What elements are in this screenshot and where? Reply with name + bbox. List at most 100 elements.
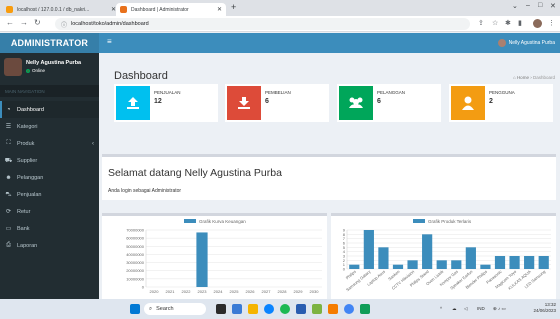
dashboard-favicon-icon bbox=[120, 6, 127, 13]
breadcrumb-home[interactable]: Home bbox=[517, 75, 529, 80]
browser-tab-phpmyadmin[interactable]: localhost / 127.0.0.1 / db_nakri... ✕ bbox=[2, 3, 120, 16]
chart-produk-terlaris: Grafik Produk Terlaris9876543210 PhilipsS… bbox=[343, 219, 551, 292]
x-tick-label: 2030 bbox=[310, 289, 320, 294]
x-tick-label: 2022 bbox=[182, 289, 192, 294]
browser-tab-bar: localhost / 127.0.0.1 / db_nakri... ✕ Da… bbox=[0, 0, 560, 16]
reload-icon[interactable]: ↻ bbox=[34, 18, 41, 27]
sidepanel-icon[interactable]: ▮ bbox=[518, 19, 522, 27]
info-box-pelanggan[interactable]: PELANGGAN 6 bbox=[337, 84, 441, 122]
url-field[interactable]: ⓘ localhost/toko/admin/dashboard bbox=[55, 18, 470, 30]
status-text: Online bbox=[32, 68, 46, 73]
users-icon bbox=[339, 86, 373, 120]
address-bar-row: ← → ↻ ⓘ localhost/toko/admin/dashboard ⇪… bbox=[0, 16, 560, 32]
back-icon[interactable]: ← bbox=[6, 18, 14, 27]
x-tick-label: 2028 bbox=[278, 289, 288, 294]
chart-panel-produk: Grafik Produk Terlaris 9 8 7 6 5 4 3 2 1 0 Philips S… bbox=[331, 213, 556, 299]
user-menu[interactable]: Nelly Agustina Purba bbox=[497, 39, 555, 47]
welcome-subtitle: Anda login sebagai Administrator bbox=[108, 188, 182, 194]
sidebar-item-label: Bank bbox=[17, 225, 30, 232]
sidebar-item-dashboard[interactable]: ◔ Dashboard bbox=[0, 101, 99, 118]
x-tick-label: 2025 bbox=[230, 289, 240, 294]
info-box-value: 12 bbox=[154, 98, 162, 105]
os-taskbar: ⌕ Search ^ ☁ ◁ IND ⊕ ♪ ▭ 13:32 24/06/202… bbox=[0, 299, 560, 319]
extensions-icon[interactable]: ✱ bbox=[505, 19, 511, 27]
y-tick-label: 0 bbox=[142, 285, 145, 290]
menu-icon[interactable]: ⋮ bbox=[548, 19, 555, 27]
brand-logo[interactable]: ADMINISTRATOR bbox=[0, 33, 99, 53]
sidebar-item-retur[interactable]: ⟳ Retur bbox=[0, 203, 99, 220]
sidebar-item-kategori[interactable]: ☰ Kategori bbox=[0, 118, 99, 135]
browser-tab-dashboard[interactable]: Dashboard | Administrator ✕ bbox=[116, 3, 226, 16]
truck-icon: ⛟ bbox=[4, 157, 13, 164]
chart-panel-keuangan: Grafik Kurva Keuangan 70000000 60000000 500… bbox=[102, 213, 327, 299]
info-box-label: PENJUALAN bbox=[154, 90, 181, 95]
info-box-penjualan[interactable]: PENJUALAN 12 bbox=[114, 84, 218, 122]
user-status: Online bbox=[26, 68, 45, 73]
profile-avatar[interactable] bbox=[533, 19, 542, 28]
app-icon[interactable] bbox=[312, 304, 322, 314]
info-box-pengguna[interactable]: PENGGUNA 2 bbox=[449, 84, 553, 122]
page-title: Dashboard bbox=[114, 70, 168, 82]
spotify-icon[interactable] bbox=[280, 304, 290, 314]
cart-icon: ⛍ bbox=[5, 191, 12, 198]
sidebar-item-label: Penjualan bbox=[17, 191, 42, 198]
bar bbox=[349, 264, 360, 269]
close-tab-icon[interactable]: ✕ bbox=[217, 6, 222, 13]
search-icon: ⌕ bbox=[149, 305, 153, 312]
sidebar-item-produk[interactable]: ⛶ Produk ‹ bbox=[0, 135, 99, 152]
taskbar-clock[interactable]: 13:32 24/06/2023 bbox=[533, 302, 556, 314]
dashboard-icon: ◔ bbox=[6, 106, 11, 113]
sidebar-item-penjualan[interactable]: ⛍ Penjualan bbox=[0, 186, 99, 203]
app-icon-2[interactable] bbox=[360, 304, 370, 314]
legend-label: Grafik Kurva Keuangan bbox=[199, 219, 246, 224]
maximize-icon[interactable]: □ bbox=[538, 2, 542, 9]
search-label: Search bbox=[156, 306, 174, 312]
chevron-down-icon[interactable]: ⌄ bbox=[512, 2, 518, 10]
refresh-icon: ⟳ bbox=[5, 209, 12, 215]
bank-icon: ▭ bbox=[5, 226, 12, 232]
x-tick-label: 2027 bbox=[262, 289, 272, 294]
forward-icon[interactable]: → bbox=[20, 18, 28, 27]
print-icon: ⎙ bbox=[6, 242, 11, 248]
legend-swatch bbox=[184, 219, 196, 223]
edge-icon[interactable] bbox=[264, 304, 274, 314]
y-tick-label: 20000000 bbox=[126, 268, 145, 273]
new-tab-icon[interactable]: + bbox=[231, 2, 236, 12]
close-window-icon[interactable]: ✕ bbox=[550, 2, 556, 10]
xampp-icon[interactable] bbox=[328, 304, 338, 314]
tray-cloud-icon[interactable]: ☁ bbox=[452, 306, 457, 312]
tray-status-icons[interactable]: ⊕ ♪ ▭ bbox=[493, 306, 506, 312]
sidebar-item-bank[interactable]: ▭ Bank bbox=[0, 220, 99, 237]
y-tick-label: 40000000 bbox=[126, 252, 145, 257]
sidebar-item-label: Dashboard bbox=[17, 106, 44, 113]
avatar bbox=[497, 39, 506, 47]
tray-chevron-icon[interactable]: ^ bbox=[440, 306, 442, 311]
sidebar-item-supplier[interactable]: ⛟ Supplier bbox=[0, 152, 99, 169]
sidebar-toggle-icon[interactable]: ≡ bbox=[107, 37, 112, 46]
minimize-icon[interactable]: – bbox=[526, 2, 530, 9]
file-explorer-icon[interactable] bbox=[248, 304, 258, 314]
taskbar-search[interactable]: ⌕ Search bbox=[144, 303, 206, 315]
x-tick-label: 2023 bbox=[198, 289, 208, 294]
language-indicator[interactable]: IND bbox=[477, 306, 485, 311]
bar bbox=[465, 247, 476, 269]
clock-date: 24/06/2023 bbox=[533, 308, 556, 313]
tab-title: Dashboard | Administrator bbox=[131, 6, 189, 13]
welcome-title: Selamat datang Nelly Agustina Purba bbox=[108, 167, 282, 179]
sidebar-item-pelanggan[interactable]: ☻ Pelanggan bbox=[0, 169, 99, 186]
bar bbox=[538, 256, 549, 269]
star-icon[interactable]: ☆ bbox=[492, 19, 498, 27]
tray-arrow-icon[interactable]: ◁ bbox=[464, 306, 467, 312]
share-icon[interactable]: ⇪ bbox=[478, 19, 484, 27]
info-icon[interactable]: ⓘ bbox=[61, 20, 67, 29]
sidebar-item-laporan[interactable]: ⎙ Laporan bbox=[0, 237, 99, 254]
sidebar-item-label: Kategori bbox=[17, 123, 38, 130]
windows-start-icon[interactable] bbox=[130, 304, 140, 314]
info-box-pembelian[interactable]: PEMBELIAN 6 bbox=[225, 84, 329, 122]
chrome-icon[interactable] bbox=[344, 304, 354, 314]
word-icon[interactable] bbox=[296, 304, 306, 314]
task-view-icon[interactable] bbox=[216, 304, 226, 314]
app-header: ADMINISTRATOR ≡ Nelly Agustina Purba bbox=[0, 33, 560, 53]
widgets-icon[interactable] bbox=[232, 304, 242, 314]
tab-title: localhost / 127.0.0.1 / db_nakri... bbox=[17, 6, 90, 13]
